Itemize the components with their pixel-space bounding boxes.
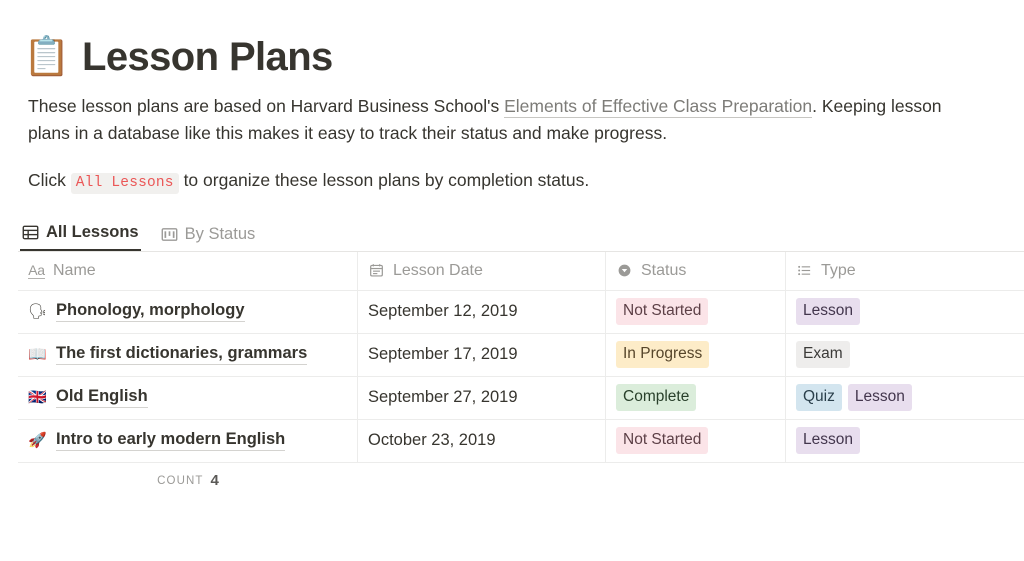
row-type-cell[interactable]: Exam xyxy=(786,334,1024,376)
tab-by-status[interactable]: By Status xyxy=(159,225,258,251)
column-header-status-label: Status xyxy=(641,262,686,280)
type-badge: Lesson xyxy=(796,427,860,454)
calendar-icon xyxy=(368,263,385,278)
tab-by-status-label: By Status xyxy=(185,225,256,244)
row-type-cell[interactable]: Lesson xyxy=(786,291,1024,333)
count-label: Count xyxy=(157,475,203,487)
row-name-link[interactable]: Old English xyxy=(56,387,148,408)
board-view-icon xyxy=(161,226,178,243)
elements-of-effective-class-preparation-link[interactable]: Elements of Effective Class Preparation xyxy=(504,96,812,118)
database-view-tabs: All Lessons By Status xyxy=(20,221,1024,251)
status-badge: Complete xyxy=(616,384,696,411)
row-date-cell[interactable]: September 12, 2019 xyxy=(358,291,606,333)
type-badge: Exam xyxy=(796,341,850,368)
type-badges: Lesson xyxy=(796,427,866,454)
row-name-cell[interactable]: 🗣 Phonology, morphology xyxy=(18,291,358,333)
page-title: Lesson Plans xyxy=(82,35,333,79)
row-name-cell[interactable]: 📖 The first dictionaries, grammars xyxy=(18,334,358,376)
row-name-cell[interactable]: 🚀 Intro to early modern English xyxy=(18,420,358,462)
row-status-cell[interactable]: Not Started xyxy=(606,420,786,462)
column-header-type[interactable]: Type xyxy=(786,252,1024,290)
open-book-emoji: 📖 xyxy=(28,347,47,362)
row-name-cell[interactable]: 🇬🇧 Old English xyxy=(18,377,358,419)
table-footer-count[interactable]: Count 4 xyxy=(18,463,358,499)
notion-page: 📋 Lesson Plans These lesson plans are ba… xyxy=(0,0,1024,561)
type-badge: Lesson xyxy=(848,384,912,411)
row-name-link[interactable]: Intro to early modern English xyxy=(56,430,285,451)
rocket-emoji: 🚀 xyxy=(28,433,47,448)
table-row[interactable]: 🗣 Phonology, morphology September 12, 20… xyxy=(18,291,1024,334)
row-date-cell[interactable]: September 27, 2019 xyxy=(358,377,606,419)
count-value: 4 xyxy=(211,472,219,489)
column-header-lesson-date[interactable]: Lesson Date xyxy=(358,252,606,290)
column-header-name-label: Name xyxy=(53,262,96,280)
tab-all-lessons-label: All Lessons xyxy=(46,223,139,242)
table-header-row: Aa Name Lesson Date xyxy=(18,252,1024,291)
row-date-value: September 27, 2019 xyxy=(368,388,518,407)
description-text-before: These lesson plans are based on Harvard … xyxy=(28,96,504,116)
column-header-type-label: Type xyxy=(821,262,856,280)
row-date-value: October 23, 2019 xyxy=(368,431,496,450)
all-lessons-code-chip: All Lessons xyxy=(71,173,179,194)
row-name-link[interactable]: The first dictionaries, grammars xyxy=(56,344,307,365)
type-badges: Exam xyxy=(796,341,856,368)
click-text-after: to organize these lesson plans by comple… xyxy=(179,170,590,190)
row-date-value: September 12, 2019 xyxy=(368,302,518,321)
row-status-cell[interactable]: Not Started xyxy=(606,291,786,333)
title-text-icon: Aa xyxy=(28,263,45,279)
row-type-cell[interactable]: Lesson xyxy=(786,420,1024,462)
column-header-status[interactable]: Status xyxy=(606,252,786,290)
select-circle-icon xyxy=(616,263,633,278)
row-date-cell[interactable]: September 17, 2019 xyxy=(358,334,606,376)
row-status-cell[interactable]: In Progress xyxy=(606,334,786,376)
table-row[interactable]: 🚀 Intro to early modern English October … xyxy=(18,420,1024,463)
row-date-cell[interactable]: October 23, 2019 xyxy=(358,420,606,462)
table-view-icon xyxy=(22,224,39,241)
type-badges: Quiz Lesson xyxy=(796,384,918,411)
column-header-name[interactable]: Aa Name xyxy=(18,252,358,290)
status-badge: Not Started xyxy=(616,298,708,325)
lessons-table: Aa Name Lesson Date xyxy=(18,251,1024,463)
clipboard-emoji: 📋 xyxy=(26,34,68,80)
uk-flag-emoji: 🇬🇧 xyxy=(28,390,47,405)
speaking-head-emoji: 🗣 xyxy=(28,304,47,319)
multi-select-list-icon xyxy=(796,263,813,278)
table-row[interactable]: 📖 The first dictionaries, grammars Septe… xyxy=(18,334,1024,377)
click-text-before: Click xyxy=(28,170,71,190)
tab-all-lessons[interactable]: All Lessons xyxy=(20,223,141,251)
column-header-lesson-date-label: Lesson Date xyxy=(393,262,483,280)
click-instruction: Click All Lessons to organize these less… xyxy=(28,167,1024,194)
type-badge: Lesson xyxy=(796,298,860,325)
status-badge: Not Started xyxy=(616,427,708,454)
page-description: These lesson plans are based on Harvard … xyxy=(28,93,983,147)
page-header: 📋 Lesson Plans xyxy=(0,0,1024,80)
status-badge: In Progress xyxy=(616,341,709,368)
row-name-link[interactable]: Phonology, morphology xyxy=(56,301,245,322)
table-row[interactable]: 🇬🇧 Old English September 27, 2019 Comple… xyxy=(18,377,1024,420)
row-type-cell[interactable]: Quiz Lesson xyxy=(786,377,1024,419)
row-date-value: September 17, 2019 xyxy=(368,345,518,364)
type-badges: Lesson xyxy=(796,298,866,325)
type-badge: Quiz xyxy=(796,384,842,411)
row-status-cell[interactable]: Complete xyxy=(606,377,786,419)
